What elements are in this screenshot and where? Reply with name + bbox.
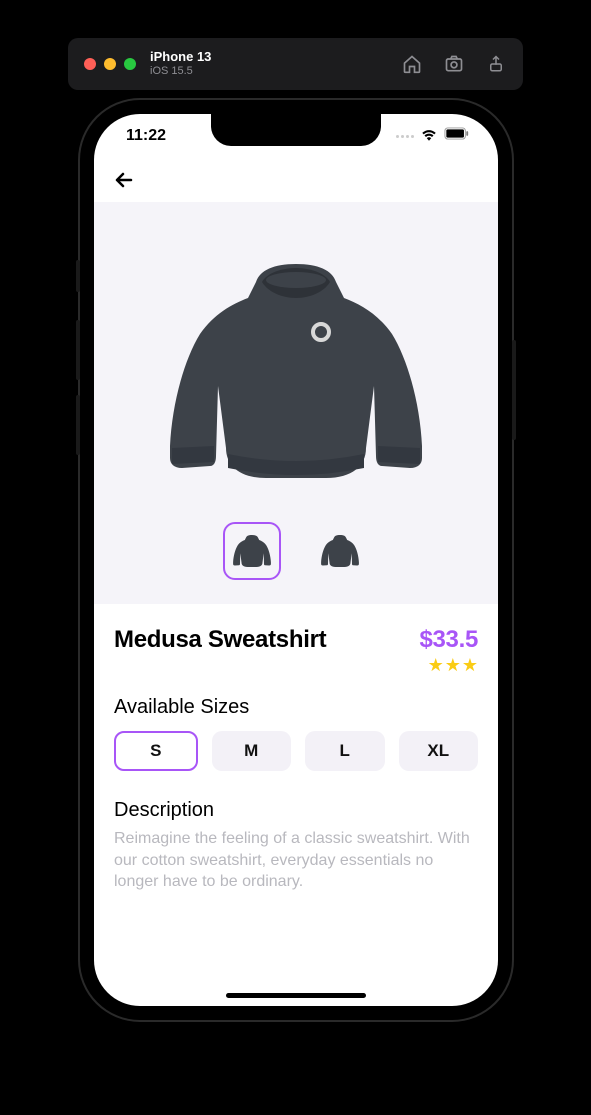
home-indicator[interactable] xyxy=(226,993,366,998)
minimize-window-button[interactable] xyxy=(104,58,116,70)
device-notch xyxy=(211,114,381,146)
description-label: Description xyxy=(114,799,478,822)
window-controls xyxy=(84,58,136,70)
star-icon: ★ xyxy=(462,656,478,674)
volume-up-button xyxy=(76,320,80,380)
app-content: Medusa Sweatshirt $33.5 ★ ★ ★ Available … xyxy=(94,158,498,1006)
size-option-m[interactable]: M xyxy=(212,731,292,771)
thumbnail-1[interactable] xyxy=(223,522,281,580)
product-title: Medusa Sweatshirt xyxy=(114,626,326,654)
sweatshirt-image xyxy=(156,246,436,496)
simulator-window-header: iPhone 13 iOS 15.5 xyxy=(68,38,523,90)
wifi-icon xyxy=(420,127,438,146)
size-option-xl[interactable]: XL xyxy=(399,731,479,771)
hero-image[interactable] xyxy=(94,232,498,516)
close-window-button[interactable] xyxy=(84,58,96,70)
device-screen: 11:22 xyxy=(94,114,498,1006)
product-price: $33.5 xyxy=(419,626,478,654)
size-option-l[interactable]: L xyxy=(305,731,385,771)
sizes-label: Available Sizes xyxy=(114,696,478,719)
navigation-bar xyxy=(94,158,498,202)
size-options: S M L XL xyxy=(114,731,478,771)
status-time: 11:22 xyxy=(126,127,166,145)
battery-icon xyxy=(444,127,470,145)
mute-switch xyxy=(76,260,80,292)
product-gallery xyxy=(94,202,498,604)
star-icon: ★ xyxy=(445,656,461,674)
thumbnail-2[interactable] xyxy=(311,522,369,580)
thumbnail-row xyxy=(94,516,498,586)
simulator-os-version: iOS 15.5 xyxy=(150,65,211,78)
device-frame: 11:22 xyxy=(80,100,512,1020)
power-button xyxy=(512,340,516,440)
description-text: Reimagine the feeling of a classic sweat… xyxy=(114,828,478,893)
rating-stars: ★ ★ ★ xyxy=(419,656,478,674)
size-option-s[interactable]: S xyxy=(114,731,198,771)
share-icon[interactable] xyxy=(485,53,507,75)
product-details: Medusa Sweatshirt $33.5 ★ ★ ★ Available … xyxy=(94,604,498,1006)
fullscreen-window-button[interactable] xyxy=(124,58,136,70)
screenshot-icon[interactable] xyxy=(443,53,465,75)
home-icon[interactable] xyxy=(401,53,423,75)
star-icon: ★ xyxy=(428,656,444,674)
back-button[interactable] xyxy=(106,162,142,198)
volume-down-button xyxy=(76,395,80,455)
simulator-device-name: iPhone 13 xyxy=(150,50,211,65)
cellular-icon xyxy=(396,135,414,138)
